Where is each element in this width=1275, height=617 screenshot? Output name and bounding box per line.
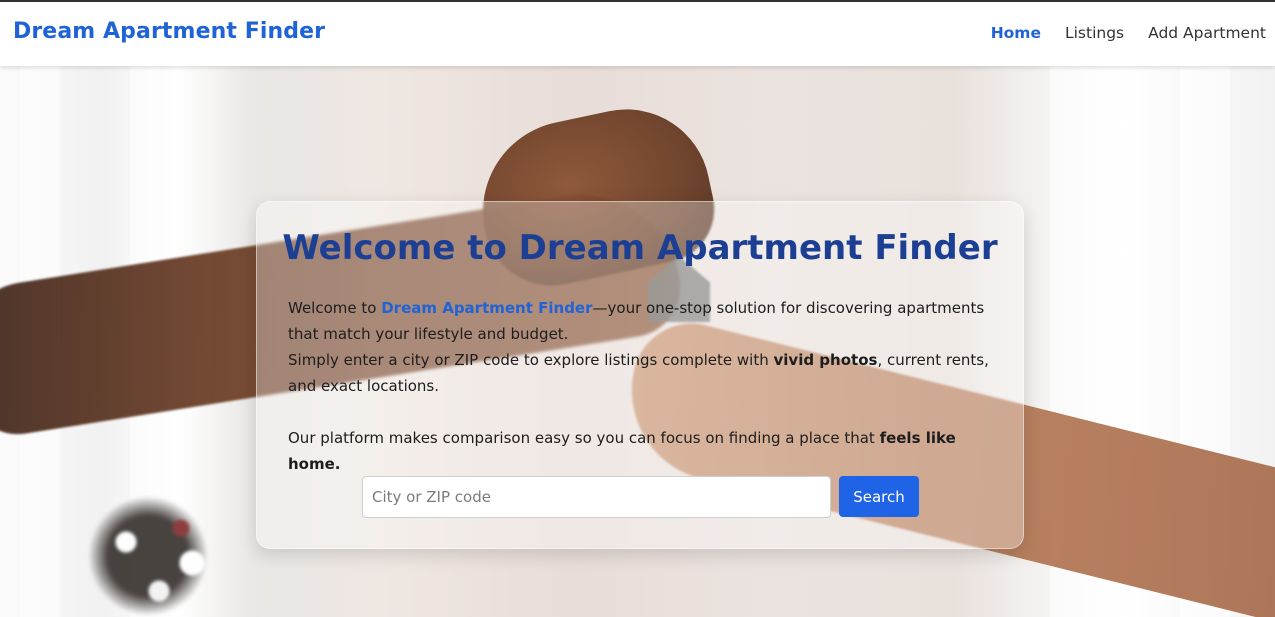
intro-paragraph: Welcome to Dream Apartment Finder—your o… [288,295,996,347]
search-prefix: Simply enter a city or ZIP code to explo… [288,351,774,369]
search-bold: vivid photos [773,351,878,369]
hero-flowers [60,486,280,617]
intro-brand: Dream Apartment Finder [381,299,593,317]
search-paragraph: Simply enter a city or ZIP code to explo… [288,347,996,399]
welcome-card: Welcome to Dream Apartment Finder Welcom… [256,201,1024,549]
page-title: Welcome to Dream Apartment Finder [282,228,998,268]
comparison-prefix: Our platform makes comparison easy so yo… [288,429,880,447]
search-button[interactable]: Search [839,476,919,517]
brand-logo[interactable]: Dream Apartment Finder [13,19,325,44]
nav-link-add-apartment[interactable]: Add Apartment [1148,24,1266,42]
nav-link-home[interactable]: Home [991,24,1041,42]
navbar: Dream Apartment Finder Home Listings Add… [0,0,1275,66]
welcome-text: Welcome to Dream Apartment Finder—your o… [288,295,996,477]
comparison-paragraph: Our platform makes comparison easy so yo… [288,425,996,477]
nav-link-listings[interactable]: Listings [1065,24,1124,42]
intro-prefix: Welcome to [288,299,382,317]
nav-links: Home Listings Add Apartment [991,24,1266,42]
search-form: Search [362,476,919,518]
search-input[interactable] [362,476,831,518]
